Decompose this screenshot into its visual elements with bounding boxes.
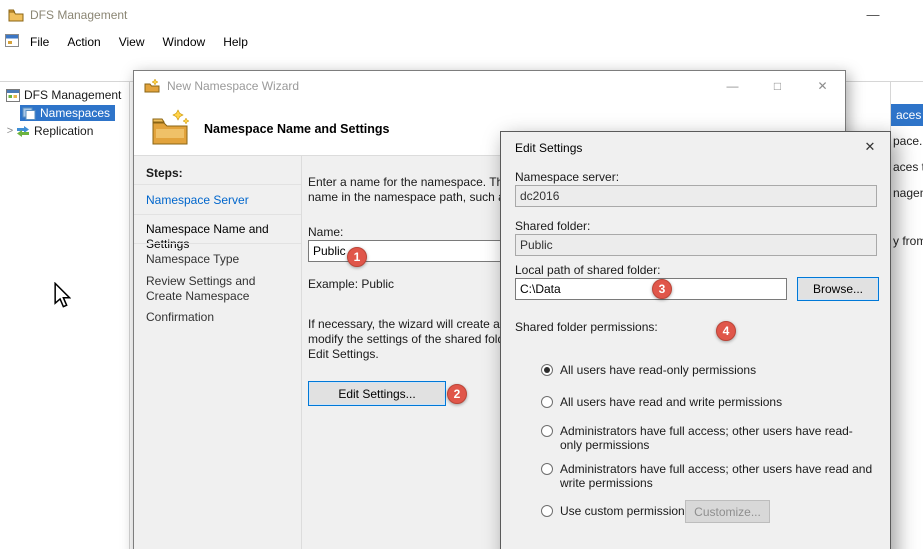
tree-item-replication[interactable]: > Replication — [4, 122, 93, 140]
steps-separator-line — [134, 214, 301, 215]
radio-circle — [541, 364, 553, 376]
wizard-step-2: Namespace Type — [146, 252, 294, 267]
shared-folder-label: Shared folder: — [515, 219, 590, 233]
edit-settings-title: Edit Settings — [515, 141, 582, 155]
shared-folder-input — [515, 234, 877, 256]
edit-settings-close-button[interactable]: ✕ — [860, 139, 880, 155]
namespace-server-label: Namespace server: — [515, 170, 619, 184]
radio-admin-full-users-read-only[interactable]: Administrators have full access; other u… — [541, 424, 873, 452]
tree-item-label: Replication — [34, 124, 93, 138]
wizard-note-line1: If necessary, the wizard will create a s… — [308, 317, 527, 331]
radio-label: Administrators have full access; other u… — [560, 424, 873, 452]
annotation-badge-3: 3 — [652, 279, 672, 299]
menu-item-help[interactable]: Help — [214, 32, 257, 52]
expand-chevron-icon[interactable]: > — [4, 125, 16, 137]
minimize-button[interactable]: — — [850, 0, 896, 30]
radio-label: All users have read-only permissions — [560, 363, 756, 377]
pane-fragment: aces — [896, 108, 921, 122]
wizard-intro-line2: name in the namespace path, such as \\ — [308, 190, 521, 204]
radio-circle — [541, 396, 553, 408]
radio-circle — [541, 425, 553, 437]
background-selected-row: aces — [891, 104, 923, 126]
wizard-page-icon — [150, 107, 190, 149]
wizard-folder-sparkle-icon — [144, 78, 160, 94]
wizard-close-button[interactable]: ✕ — [800, 71, 845, 101]
console-root-icon — [6, 89, 20, 102]
radio-dot-1 — [544, 399, 550, 405]
dfs-app-folder-icon — [8, 7, 24, 23]
edit-settings-dialog: Edit Settings ✕ Namespace server: Shared… — [500, 131, 891, 549]
menu-item-action[interactable]: Action — [58, 32, 109, 52]
wizard-intro-line1: Enter a name for the namespace. This na — [308, 175, 529, 189]
customize-button: Customize... — [685, 500, 770, 523]
radio-read-only[interactable]: All users have read-only permissions — [541, 363, 873, 377]
pane-fragment: pace... — [893, 134, 923, 148]
console-window-icon — [5, 34, 19, 50]
namespace-server-input — [515, 185, 877, 207]
wizard-step-3: Review Settings and Create Namespace — [146, 274, 294, 304]
tree-selection-highlight: Namespaces — [20, 105, 115, 121]
name-label: Name: — [308, 225, 343, 239]
replication-icon — [16, 125, 30, 138]
radio-label: Use custom permissions: — [560, 504, 694, 518]
annotation-badge-2: 2 — [447, 384, 467, 404]
menu-item-file[interactable]: File — [21, 32, 58, 52]
tree-root-dfs-management[interactable]: DFS Management — [6, 86, 121, 104]
main-window-titlebar: DFS Management — — [0, 0, 923, 30]
radio-label: Administrators have full access; other u… — [560, 462, 873, 490]
radio-circle — [541, 505, 553, 517]
local-path-label: Local path of shared folder: — [515, 263, 660, 277]
radio-circle — [541, 463, 553, 475]
edit-settings-button[interactable]: Edit Settings... — [308, 381, 446, 406]
radio-admin-full-users-read-write[interactable]: Administrators have full access; other u… — [541, 462, 873, 490]
radio-dot-3 — [544, 466, 550, 472]
wizard-maximize-button[interactable]: □ — [755, 71, 800, 101]
pane-fragment: y from — [893, 234, 923, 248]
window-title: DFS Management — [30, 8, 127, 22]
steps-separator-line — [134, 243, 301, 244]
browse-button[interactable]: Browse... — [797, 277, 879, 301]
pane-fragment: nagen — [893, 186, 923, 200]
tree-item-label: Namespaces — [40, 106, 110, 120]
menu-item-view[interactable]: View — [110, 32, 154, 52]
menu-item-window[interactable]: Window — [154, 32, 215, 52]
wizard-minimize-button[interactable]: — — [710, 71, 755, 101]
radio-dot-0 — [544, 367, 550, 373]
wizard-title: New Namespace Wizard — [167, 79, 299, 93]
tree-root-label: DFS Management — [24, 88, 121, 102]
pane-fragment: aces t — [893, 160, 923, 174]
permissions-label: Shared folder permissions: — [515, 320, 658, 334]
mouse-cursor — [53, 282, 71, 308]
steps-separator-line — [134, 184, 301, 185]
tree-item-namespaces[interactable]: Namespaces — [20, 104, 115, 122]
namespaces-icon — [22, 107, 36, 120]
radio-dot-4 — [544, 508, 550, 514]
wizard-step-4: Confirmation — [146, 310, 294, 325]
wizard-step-1: Namespace Name and Settings — [146, 222, 294, 252]
radio-read-write[interactable]: All users have read and write permission… — [541, 395, 873, 409]
menubar: File Action View Window Help — [0, 30, 923, 54]
wizard-note-line3: Edit Settings. — [308, 347, 379, 361]
radio-dot-2 — [544, 428, 550, 434]
radio-label: All users have read and write permission… — [560, 395, 782, 409]
wizard-step-0: Namespace Server — [146, 193, 294, 208]
steps-heading: Steps: — [146, 166, 183, 180]
annotation-badge-4: 4 — [716, 321, 736, 341]
steps-divider — [301, 156, 302, 549]
annotation-badge-1: 1 — [347, 247, 367, 267]
wizard-titlebar: New Namespace Wizard — □ ✕ — [134, 71, 845, 101]
local-path-input[interactable] — [515, 278, 787, 300]
wizard-page-title: Namespace Name and Settings — [204, 122, 390, 136]
console-tree-panel: DFS Management Namespaces > Replication — [0, 82, 130, 549]
example-text: Example: Public — [308, 277, 394, 291]
desktop-screen: DFS Management — File Action View Window… — [0, 0, 923, 549]
